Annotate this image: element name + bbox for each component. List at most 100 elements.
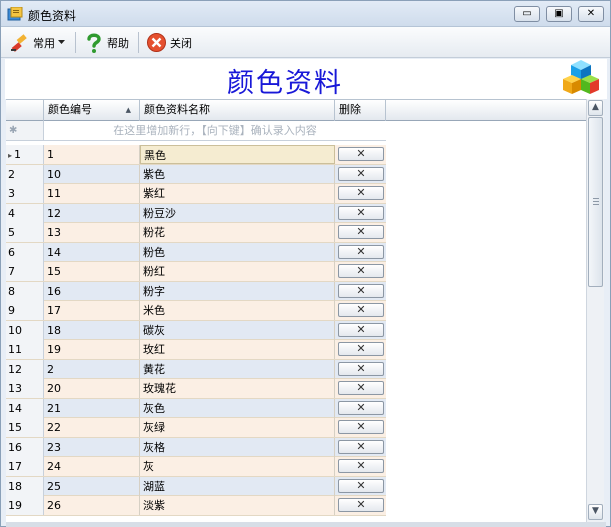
cell-color-name[interactable]: 灰 (140, 457, 335, 476)
cell-color-code[interactable]: 10 (44, 164, 140, 184)
cell-color-code[interactable]: 16 (44, 281, 140, 301)
delete-row-button[interactable]: ✕ (338, 264, 384, 278)
table-row[interactable]: 9 17 米色 ✕ (6, 301, 386, 321)
delete-row-button[interactable]: ✕ (338, 186, 384, 200)
table-row[interactable]: 3 11 紫红 ✕ (6, 184, 386, 204)
table-row[interactable]: 17 24 灰 ✕ (6, 457, 386, 477)
delete-row-button[interactable]: ✕ (338, 244, 384, 259)
delete-row-button[interactable]: ✕ (338, 439, 384, 454)
delete-row-button[interactable]: ✕ (338, 147, 384, 161)
row-number[interactable]: ▸ 1 (6, 145, 44, 164)
cell-color-name[interactable]: 粉红 (140, 262, 335, 281)
maximize-button[interactable]: ▣ (546, 6, 572, 22)
cell-color-code[interactable]: 26 (44, 496, 140, 515)
cell-color-name[interactable]: 粉花 (140, 223, 335, 242)
delete-row-button[interactable]: ✕ (338, 381, 384, 395)
row-number[interactable]: 6 (6, 242, 44, 262)
cell-color-code[interactable]: 11 (44, 184, 140, 203)
cell-color-name[interactable]: 粉字 (140, 281, 335, 301)
cell-color-name[interactable]: 淡紫 (140, 496, 335, 515)
delete-row-button[interactable]: ✕ (338, 459, 384, 473)
row-number[interactable]: 4 (6, 203, 44, 223)
cell-color-name[interactable]: 玫红 (140, 340, 335, 359)
cell-color-code[interactable]: 2 (44, 359, 140, 379)
cell-color-code[interactable]: 21 (44, 398, 140, 418)
delete-row-button[interactable]: ✕ (338, 166, 384, 181)
row-number[interactable]: 13 (6, 379, 44, 398)
cell-color-name[interactable]: 灰色 (140, 398, 335, 418)
cell-color-code[interactable]: 20 (44, 379, 140, 398)
row-number[interactable]: 14 (6, 398, 44, 418)
cell-color-code[interactable]: 15 (44, 262, 140, 281)
table-row[interactable]: ▸ 1 1 黑色 ✕ (6, 145, 386, 165)
table-row[interactable]: 7 15 粉红 ✕ (6, 262, 386, 282)
vertical-scrollbar[interactable]: ▲ ▼ (586, 99, 604, 523)
delete-row-button[interactable]: ✕ (338, 205, 384, 220)
help-button[interactable]: 帮助 (81, 30, 132, 55)
delete-row-button[interactable]: ✕ (338, 322, 384, 337)
delete-row-button[interactable]: ✕ (338, 498, 384, 512)
cell-color-name[interactable]: 粉豆沙 (140, 203, 335, 223)
cell-color-code[interactable]: 13 (44, 223, 140, 242)
cell-color-name[interactable]: 黄花 (140, 359, 335, 379)
delete-row-button[interactable]: ✕ (338, 361, 384, 376)
delete-row-button[interactable]: ✕ (338, 420, 384, 434)
header-color-name[interactable]: 颜色资料名称 (140, 100, 335, 121)
row-number[interactable]: 3 (6, 184, 44, 203)
cell-color-name[interactable]: 紫色 (140, 164, 335, 184)
cell-color-name[interactable]: 紫红 (140, 184, 335, 203)
table-row[interactable]: 14 21 灰色 ✕ (6, 398, 386, 418)
scroll-down-button[interactable]: ▼ (588, 504, 603, 520)
table-row[interactable]: 6 14 粉色 ✕ (6, 242, 386, 262)
cell-color-code[interactable]: 19 (44, 340, 140, 359)
table-row[interactable]: 18 25 湖蓝 ✕ (6, 476, 386, 496)
cell-color-code[interactable]: 17 (44, 301, 140, 320)
table-row[interactable]: 12 2 黄花 ✕ (6, 359, 386, 379)
row-number[interactable]: 8 (6, 281, 44, 301)
header-delete[interactable]: 删除 (335, 100, 386, 121)
row-number[interactable]: 7 (6, 262, 44, 281)
close-window-button[interactable]: ✕ (578, 6, 604, 22)
cell-color-code[interactable]: 25 (44, 476, 140, 496)
delete-row-button[interactable]: ✕ (338, 478, 384, 493)
table-row[interactable]: 13 20 玫瑰花 ✕ (6, 379, 386, 399)
row-number[interactable]: 17 (6, 457, 44, 476)
cell-color-name[interactable]: 粉色 (140, 242, 335, 262)
cell-color-name[interactable]: 玫瑰花 (140, 379, 335, 398)
scroll-up-button[interactable]: ▲ (588, 100, 603, 116)
table-row[interactable]: 4 12 粉豆沙 ✕ (6, 203, 386, 223)
minimize-button[interactable]: ▭ (514, 6, 540, 22)
table-row[interactable]: 11 19 玫红 ✕ (6, 340, 386, 360)
row-number[interactable]: 16 (6, 437, 44, 457)
header-color-code[interactable]: 颜色编号 ▲ (44, 100, 140, 121)
delete-row-button[interactable]: ✕ (338, 342, 384, 356)
row-number[interactable]: 15 (6, 418, 44, 437)
cell-color-code[interactable]: 12 (44, 203, 140, 223)
table-row[interactable]: 15 22 灰绿 ✕ (6, 418, 386, 438)
cell-color-code[interactable]: 18 (44, 320, 140, 340)
cell-color-name[interactable]: 湖蓝 (140, 476, 335, 496)
title-bar[interactable]: 颜色资料 ▭ ▣ ✕ (1, 1, 610, 27)
table-row[interactable]: 10 18 碳灰 ✕ (6, 320, 386, 340)
table-row[interactable]: 8 16 粉字 ✕ (6, 281, 386, 301)
table-row[interactable]: 2 10 紫色 ✕ (6, 164, 386, 184)
row-number[interactable]: 9 (6, 301, 44, 320)
cell-color-name[interactable]: 灰绿 (140, 418, 335, 437)
delete-row-button[interactable]: ✕ (338, 400, 384, 415)
cell-color-name[interactable]: 碳灰 (140, 320, 335, 340)
row-number[interactable]: 19 (6, 496, 44, 515)
common-menu-button[interactable]: 常用 (7, 30, 68, 55)
row-number[interactable]: 2 (6, 164, 44, 184)
close-button[interactable]: 关闭 (143, 30, 195, 55)
cell-color-code[interactable]: 23 (44, 437, 140, 457)
new-row[interactable]: ✱ 在这里增加新行，【向下键】确认录入内容 (6, 121, 386, 141)
scroll-thumb[interactable] (588, 117, 603, 287)
table-row[interactable]: 19 26 淡紫 ✕ (6, 496, 386, 516)
cell-color-name[interactable]: 灰格 (140, 437, 335, 457)
cell-color-name[interactable]: 黑色 (140, 145, 335, 164)
row-number[interactable]: 5 (6, 223, 44, 242)
cell-color-code[interactable]: 22 (44, 418, 140, 437)
cell-color-code[interactable]: 24 (44, 457, 140, 476)
row-number[interactable]: 12 (6, 359, 44, 379)
table-row[interactable]: 16 23 灰格 ✕ (6, 437, 386, 457)
